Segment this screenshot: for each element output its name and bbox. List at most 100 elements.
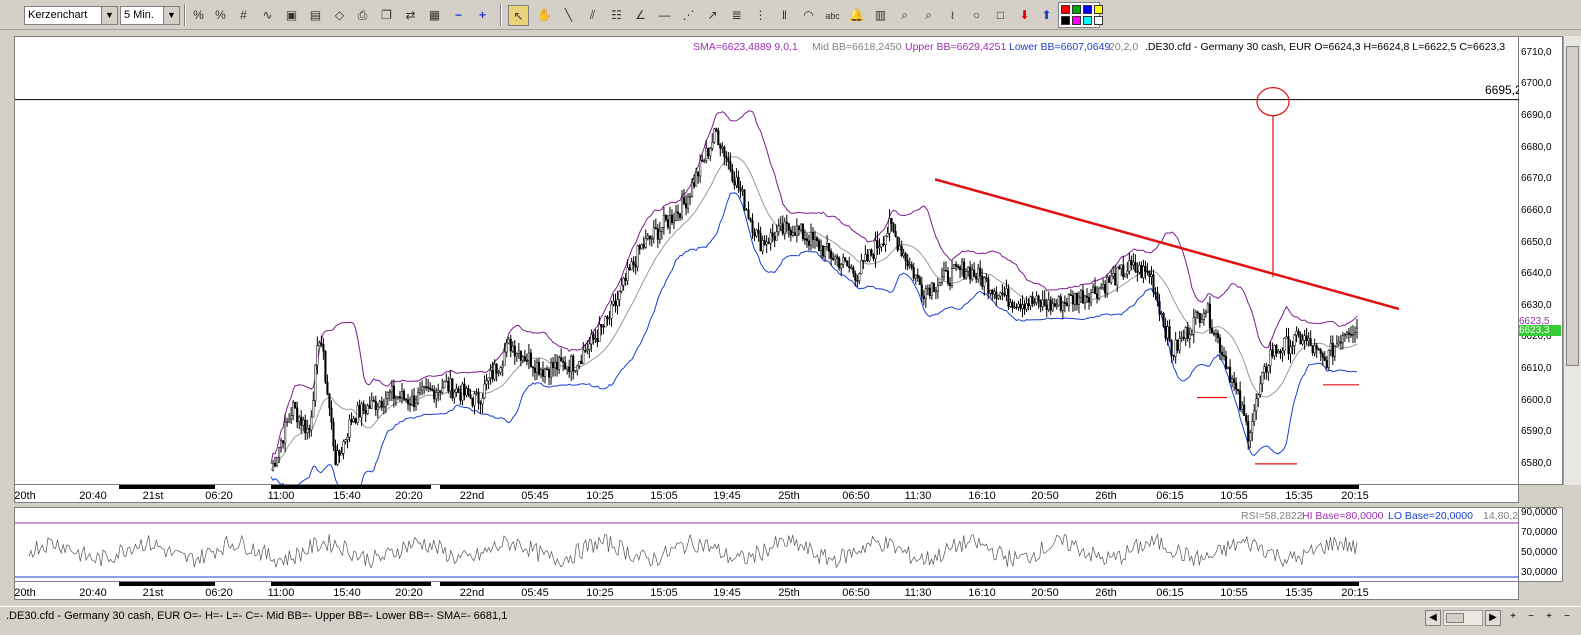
rsi-axis[interactable]: 90,0000 70,0000 50,0000 30,0000: [1519, 507, 1563, 582]
candle-body: [410, 395, 414, 406]
rectangle-tool-icon[interactable]: □: [990, 5, 1011, 26]
scrollbar-thumb[interactable]: [1566, 46, 1579, 366]
candle-body: [946, 270, 950, 284]
price-chart-canvas[interactable]: [15, 37, 1520, 486]
angle-line-icon[interactable]: ∠: [630, 5, 651, 26]
horizontal-line-icon[interactable]: —: [654, 5, 675, 26]
rsi-pane[interactable]: RSI=58,2822 HI Base=80,0000 LO Base=20,0…: [14, 507, 1524, 582]
horizontal-scroll-controls[interactable]: ◀ ▶ + − + −: [1425, 609, 1575, 627]
candle-body: [556, 361, 559, 370]
scroll-left-icon[interactable]: ◀: [1425, 610, 1441, 626]
candle-body: [527, 352, 530, 362]
print-icon[interactable]: ⎙: [352, 5, 373, 26]
magnifier-icon[interactable]: ⌕: [894, 5, 915, 26]
candle-body: [346, 436, 349, 440]
retracement-icon[interactable]: ≣: [726, 5, 747, 26]
candle-body: [1327, 349, 1330, 368]
rsi-time-axis[interactable]: 20th 20:40 21st 06:20 11:00 15:40 20:20 22nd 05:…: [14, 582, 1519, 600]
candle-body: [608, 318, 611, 320]
candle-body: [358, 405, 361, 418]
scroll-right-icon[interactable]: ▶: [1485, 610, 1501, 626]
color-swatch[interactable]: [1083, 5, 1092, 14]
trend-arrow-icon[interactable]: ↗: [702, 5, 723, 26]
indicator-icon[interactable]: ∿: [257, 5, 278, 26]
fibonacci-icon[interactable]: ☷: [606, 5, 627, 26]
candle-body: [280, 440, 283, 449]
chart-type-select[interactable]: Kerzenchart ▼: [24, 6, 118, 25]
candle-body: [467, 388, 470, 395]
color-swatch[interactable]: [1094, 16, 1103, 25]
add-pane-icon[interactable]: +: [1541, 610, 1557, 626]
color-swatch[interactable]: [1083, 16, 1092, 25]
erase-icon[interactable]: ◇: [329, 5, 350, 26]
text-tool-icon[interactable]: abc: [822, 5, 843, 26]
color-swatch[interactable]: [1072, 16, 1081, 25]
scroll-thumb[interactable]: [1446, 613, 1464, 623]
vertical-scrollbar[interactable]: [1563, 36, 1581, 485]
chevron-down-icon[interactable]: ▼: [163, 7, 179, 24]
sell-arrow-icon[interactable]: ⬇: [1014, 5, 1035, 26]
candle-body: [1065, 302, 1068, 307]
magnifier-plus-icon[interactable]: ⌕: [918, 5, 939, 26]
candle-body: [948, 283, 952, 286]
price-chart-pane[interactable]: SMA=6623,4889 9,0,1 Mid BB=6618,2450 Upp…: [14, 36, 1522, 486]
candle-body: [1106, 276, 1109, 294]
candle-body: [820, 245, 823, 251]
zoom-out-icon[interactable]: −: [448, 5, 469, 26]
price-axis[interactable]: 6710,0 6700,0 6690,0 6680,0 6670,0 6660,0 6650…: [1519, 36, 1563, 485]
zoom-minus-icon[interactable]: −: [1523, 610, 1539, 626]
color-swatch[interactable]: [1061, 5, 1070, 14]
chevron-down-icon[interactable]: ▼: [101, 7, 117, 24]
line-tool-icon[interactable]: ╲: [558, 5, 579, 26]
cursor-icon[interactable]: ↖: [508, 5, 529, 26]
freehand-icon[interactable]: ≀: [942, 5, 963, 26]
grid-icon[interactable]: #: [233, 5, 254, 26]
candle-body: [936, 285, 939, 292]
candle-body: [699, 159, 702, 177]
properties-icon[interactable]: ▦: [424, 5, 445, 26]
arc-icon[interactable]: ◠: [798, 5, 819, 26]
candle-body: [1100, 287, 1103, 290]
candle-body: [322, 344, 325, 352]
color-palette[interactable]: [1058, 2, 1103, 28]
arrows-icon[interactable]: ⇄: [400, 5, 421, 26]
hand-icon[interactable]: ✋: [534, 5, 555, 26]
candle-body: [1255, 398, 1258, 412]
copy-icon[interactable]: ❐: [376, 5, 397, 26]
horizontal-scroll-track[interactable]: [1443, 610, 1483, 626]
target-circle[interactable]: [1256, 87, 1290, 117]
calculator-icon[interactable]: ▥: [870, 5, 891, 26]
color-swatch[interactable]: [1061, 16, 1070, 25]
percent-scale-icon[interactable]: %: [210, 5, 231, 26]
currency-scale-icon[interactable]: %: [188, 5, 209, 26]
candle-body: [1233, 378, 1236, 383]
candle-body: [328, 393, 331, 409]
time-axis[interactable]: 20th 20:40 21st 06:20 11:00 15:40 20:20 22nd 05:…: [14, 485, 1519, 503]
candle-body: [666, 219, 669, 228]
remove-pane-icon[interactable]: −: [1559, 610, 1575, 626]
circle-tool-icon[interactable]: ○: [966, 5, 987, 26]
timeframe-select[interactable]: 5 Min. ▼: [120, 6, 180, 25]
cycle-lines-icon[interactable]: ‖: [774, 5, 795, 26]
save-icon[interactable]: ▣: [281, 5, 302, 26]
parallel-lines-icon[interactable]: ⫽: [582, 5, 603, 26]
color-swatch[interactable]: [1072, 5, 1081, 14]
candle-body: [789, 229, 792, 236]
template-icon[interactable]: ▤: [305, 5, 326, 26]
candle-body: [1164, 325, 1167, 339]
rsi-legend-hi: HI Base=80,0000: [1302, 510, 1384, 522]
candle-body: [991, 290, 994, 295]
candle-body: [1019, 303, 1022, 309]
alert-bell-icon[interactable]: 🔔: [846, 5, 867, 26]
zoom-in-icon[interactable]: +: [472, 5, 493, 26]
session-bar: [793, 582, 1095, 586]
candle-body: [1152, 274, 1155, 293]
buy-arrow-icon[interactable]: ⬆: [1036, 5, 1057, 26]
fan-icon[interactable]: ⋰: [678, 5, 699, 26]
color-swatch[interactable]: [1094, 5, 1103, 14]
vertical-lines-icon[interactable]: ⋮: [750, 5, 771, 26]
zoom-plus-icon[interactable]: +: [1505, 610, 1521, 626]
candle-body: [701, 159, 704, 162]
rsi-tick-label: 30,0000: [1521, 567, 1558, 578]
legend-bb-params: 20,2,0: [1109, 41, 1139, 53]
